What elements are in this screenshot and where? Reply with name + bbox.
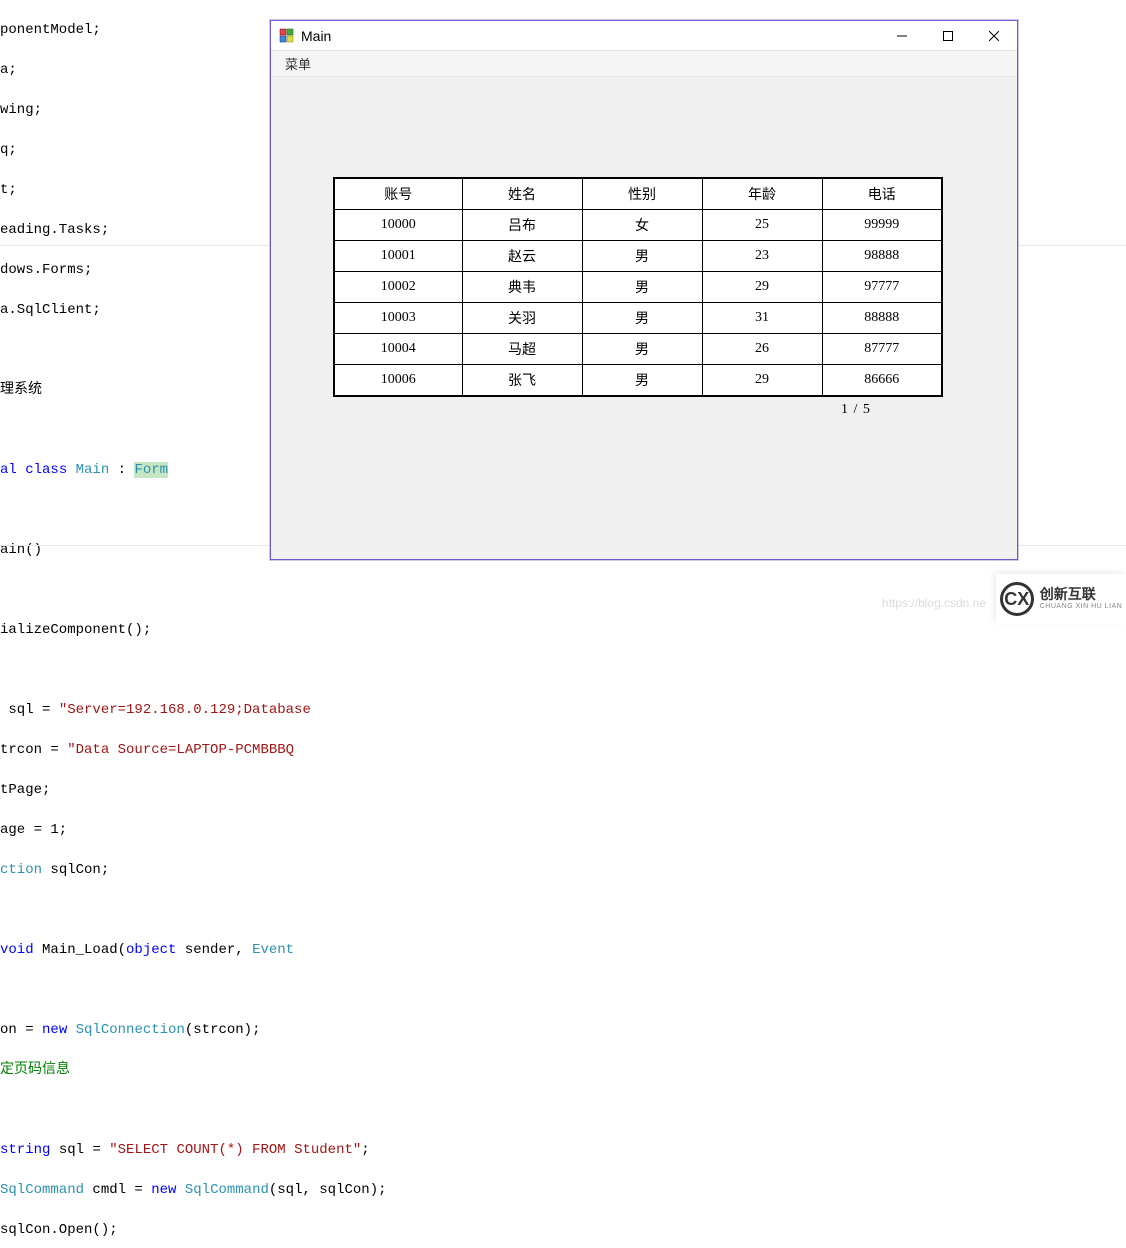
titlebar[interactable]: Main: [271, 21, 1017, 51]
table-cell[interactable]: 男: [582, 241, 702, 272]
code-line: age = 1;: [0, 820, 1126, 840]
maximize-button[interactable]: [925, 21, 971, 51]
logo-text: 创新互联 CHUANG XIN HU LIAN: [1040, 587, 1123, 610]
table-cell[interactable]: 29: [702, 272, 822, 303]
code-line: [0, 980, 1126, 1000]
logo-title: 创新互联: [1040, 587, 1123, 602]
code-line: [0, 660, 1126, 680]
pager-label: 1 / 5: [841, 402, 871, 418]
table-cell[interactable]: 86666: [822, 365, 942, 397]
code-line: 定页码信息: [0, 1060, 1126, 1080]
col-name[interactable]: 姓名: [462, 178, 582, 210]
code-line: [0, 900, 1126, 920]
code-line: ializeComponent();: [0, 620, 1126, 640]
table-cell[interactable]: 87777: [822, 334, 942, 365]
table-cell[interactable]: 10003: [334, 303, 462, 334]
table-cell[interactable]: 10006: [334, 365, 462, 397]
code-line: string sql = "SELECT COUNT(*) FROM Stude…: [0, 1140, 1126, 1160]
code-line: trcon = "Data Source=LAPTOP-PCMBBBQ: [0, 740, 1126, 760]
table-cell[interactable]: 98888: [822, 241, 942, 272]
logo-subtitle: CHUANG XIN HU LIAN: [1040, 603, 1123, 611]
code-line: ction sqlCon;: [0, 860, 1126, 880]
menubar: 菜单: [271, 51, 1017, 77]
table-cell[interactable]: 29: [702, 365, 822, 397]
close-button[interactable]: [971, 21, 1017, 51]
col-account[interactable]: 账号: [334, 178, 462, 210]
code-line: tPage;: [0, 780, 1126, 800]
table-row[interactable]: 10003关羽男3188888: [334, 303, 942, 334]
logo-mark-icon: CX: [1000, 582, 1034, 616]
table-cell[interactable]: 男: [582, 365, 702, 397]
code-line: SqlCommand cmdl = new SqlCommand(sql, sq…: [0, 1180, 1126, 1200]
table-row[interactable]: 10001赵云男2398888: [334, 241, 942, 272]
brand-logo: CX 创新互联 CHUANG XIN HU LIAN: [996, 574, 1126, 624]
table-row[interactable]: 10004马超男2687777: [334, 334, 942, 365]
col-gender[interactable]: 性别: [582, 178, 702, 210]
table-cell[interactable]: 典韦: [462, 272, 582, 303]
table-row[interactable]: 10002典韦男2997777: [334, 272, 942, 303]
table-row[interactable]: 10006张飞男2986666: [334, 365, 942, 397]
col-age[interactable]: 年龄: [702, 178, 822, 210]
table-header-row: 账号 姓名 性别 年龄 电话: [334, 178, 942, 210]
code-line: sqlCon.Open();: [0, 1220, 1126, 1240]
col-phone[interactable]: 电话: [822, 178, 942, 210]
table-cell[interactable]: 男: [582, 303, 702, 334]
app-icon: [279, 28, 295, 44]
code-line: void Main_Load(object sender, Event: [0, 940, 1126, 960]
table-cell[interactable]: 男: [582, 334, 702, 365]
table-cell[interactable]: 关羽: [462, 303, 582, 334]
table-cell[interactable]: 10000: [334, 210, 462, 241]
table-row[interactable]: 10000吕布女2599999: [334, 210, 942, 241]
table-cell[interactable]: 10004: [334, 334, 462, 365]
table-cell[interactable]: 26: [702, 334, 822, 365]
table-cell[interactable]: 23: [702, 241, 822, 272]
table-cell[interactable]: 25: [702, 210, 822, 241]
client-area: 账号 姓名 性别 年龄 电话 10000吕布女259999910001赵云男23…: [271, 77, 1017, 559]
table-cell[interactable]: 10002: [334, 272, 462, 303]
table-cell[interactable]: 赵云: [462, 241, 582, 272]
menu-item-main[interactable]: 菜单: [277, 52, 319, 75]
table-cell[interactable]: 男: [582, 272, 702, 303]
code-line: on = new SqlConnection(strcon);: [0, 1020, 1126, 1040]
code-line: [0, 1100, 1126, 1120]
table-cell[interactable]: 97777: [822, 272, 942, 303]
table-cell[interactable]: 女: [582, 210, 702, 241]
watermark-text: https://blog.csdn.ne: [882, 596, 986, 610]
student-table[interactable]: 账号 姓名 性别 年龄 电话 10000吕布女259999910001赵云男23…: [333, 177, 943, 397]
table-cell[interactable]: 张飞: [462, 365, 582, 397]
table-cell[interactable]: 88888: [822, 303, 942, 334]
table-cell[interactable]: 31: [702, 303, 822, 334]
table-cell[interactable]: 马超: [462, 334, 582, 365]
table-cell[interactable]: 99999: [822, 210, 942, 241]
table-cell[interactable]: 吕布: [462, 210, 582, 241]
minimize-button[interactable]: [879, 21, 925, 51]
table-cell[interactable]: 10001: [334, 241, 462, 272]
window-title: Main: [301, 28, 331, 44]
code-line: sql = "Server=192.168.0.129;Database: [0, 700, 1126, 720]
main-window: Main 菜单 账号 姓名 性别 年龄 电话 10000吕布女25: [270, 20, 1018, 560]
